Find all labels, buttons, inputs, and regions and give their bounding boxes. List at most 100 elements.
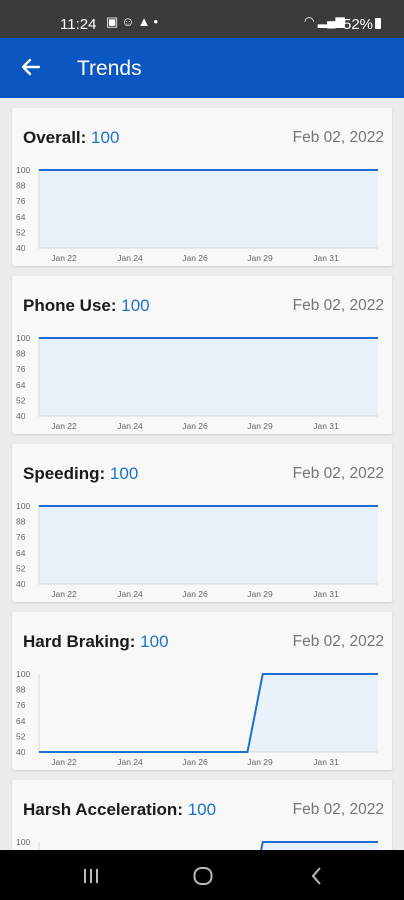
y-tick-label: 76	[16, 700, 26, 710]
x-tick-label: Jan 22	[51, 421, 77, 431]
x-tick-label: Jan 31	[313, 421, 339, 431]
card-score: 100	[187, 800, 217, 819]
y-tick-label: 52	[16, 395, 26, 405]
series-area	[39, 506, 378, 584]
trends-list[interactable]: Overall: 100 Feb 02, 2022 100 88 76 64 52 40 Jan…	[0, 98, 404, 850]
y-tick-label: 40	[16, 411, 26, 421]
y-tick-label: 100	[16, 333, 30, 343]
battery-icon	[375, 18, 381, 29]
wifi-signal-icon: ◠ ▂▄▆	[304, 14, 345, 28]
card-score: 100	[109, 464, 139, 483]
card-score: 100	[121, 296, 150, 315]
dot-icon: •	[153, 14, 162, 29]
smiley-icon: ☺	[121, 14, 138, 29]
card-date: Feb 02, 2022	[292, 129, 384, 146]
trend-chart: 1008876645240Jan 22Jan 24Jan 26Jan 29Jan…	[16, 837, 378, 850]
trend-chart: 100 88 76 64 52 40 Jan 22 Jan 24 Jan 26 Jan 29 Jan…	[16, 333, 378, 431]
x-tick-label: Jan 24	[117, 421, 143, 431]
y-tick-label: 40	[16, 747, 26, 757]
trend-card[interactable]: Speeding: 100 Feb 02, 2022 100 88 76 64 52 40 Ja…	[12, 444, 392, 602]
y-tick-label: 76	[16, 364, 26, 374]
card-date: Feb 02, 2022	[292, 633, 384, 650]
system-nav-bar	[0, 850, 404, 900]
y-tick-label: 64	[16, 212, 26, 222]
recent-apps-icon	[84, 869, 98, 883]
card-title: Harsh Acceleration: 100	[23, 800, 216, 820]
series-area	[39, 170, 378, 248]
card-title: Overall: 100	[23, 128, 119, 148]
y-tick-label: 64	[16, 716, 26, 726]
y-tick-label: 64	[16, 380, 26, 390]
card-score: 100	[140, 632, 169, 651]
page-title: Trends	[77, 57, 142, 80]
y-tick-label: 64	[16, 548, 26, 558]
home-icon	[193, 867, 213, 885]
back-button[interactable]	[18, 54, 44, 80]
y-tick-label: 100	[16, 669, 30, 679]
trend-card[interactable]: Overall: 100 Feb 02, 2022 100 88 76 64 52 40 Jan…	[12, 108, 392, 266]
card-title: Hard Braking: 100	[23, 632, 169, 652]
y-tick-label: 40	[16, 579, 26, 589]
x-tick-label: Jan 22	[51, 253, 77, 263]
y-tick-label: 76	[16, 196, 26, 206]
status-bar: 11:24 ▣☺▲• ◠ ▂▄▆ 52%	[0, 0, 404, 38]
y-tick-label: 100	[16, 501, 30, 511]
card-title-label: Harsh Acceleration:	[23, 800, 183, 819]
card-score: 100	[91, 128, 120, 147]
x-tick-label: Jan 22	[51, 589, 77, 599]
home-button[interactable]	[192, 865, 214, 887]
notification-icons: ▣☺▲•	[106, 14, 161, 30]
battery-percentage: 52%	[343, 16, 374, 33]
y-tick-label: 52	[16, 563, 26, 573]
card-title-label: Phone Use:	[23, 296, 117, 315]
card-title-label: Overall:	[23, 128, 87, 147]
trend-chart: 1008876645240Jan 22Jan 24Jan 26Jan 29Jan…	[16, 165, 378, 263]
card-title: Speeding: 100	[23, 464, 138, 484]
x-tick-label: Jan 31	[313, 757, 339, 767]
series-area	[39, 338, 378, 416]
trend-chart: 1008876645240Jan 22Jan 24Jan 26Jan 29Jan…	[16, 501, 378, 599]
arrow-left-icon	[21, 58, 41, 76]
y-tick-label: 52	[16, 227, 26, 237]
trend-card[interactable]: Phone Use: 100 Feb 02, 2022 100 88 76 64 52 40 J…	[12, 276, 392, 434]
x-tick-label: Jan 31	[313, 253, 339, 263]
trend-card[interactable]: Hard Braking: 100 Feb 02, 2022 100 88 76 64 52…	[12, 612, 392, 770]
card-title-label: Speeding:	[23, 464, 106, 483]
card-date: Feb 02, 2022	[292, 465, 384, 482]
x-tick-label: Jan 24	[117, 757, 143, 767]
y-tick-label: 100	[16, 837, 30, 847]
gallery-icon: ▣	[106, 14, 122, 29]
trend-chart: 100 88 76 64 52 40 Jan 22 Jan 24 Jan 26 Jan 29 Jan…	[16, 669, 378, 767]
alert-icon: ▲	[137, 14, 154, 29]
x-tick-label: Jan 26	[182, 589, 208, 599]
y-tick-label: 88	[16, 181, 26, 191]
x-tick-label: Jan 26	[182, 757, 208, 767]
chevron-left-icon	[311, 867, 321, 885]
trend-card[interactable]: Harsh Acceleration: 100 Feb 02, 2022 10088…	[12, 780, 392, 850]
y-tick-label: 88	[16, 349, 26, 359]
card-date: Feb 02, 2022	[292, 297, 384, 314]
x-tick-label: Jan 29	[247, 421, 273, 431]
card-title: Phone Use: 100	[23, 296, 150, 316]
y-tick-label: 76	[16, 532, 26, 542]
card-date: Feb 02, 2022	[292, 801, 384, 818]
x-tick-label: Jan 26	[182, 253, 208, 263]
x-tick-label: Jan 29	[247, 253, 273, 263]
recent-apps-button[interactable]	[80, 865, 102, 887]
y-tick-label: 40	[16, 243, 26, 253]
back-nav-button[interactable]	[306, 865, 328, 887]
series-area	[39, 674, 378, 752]
series-area	[261, 842, 378, 850]
x-tick-label: Jan 26	[182, 421, 208, 431]
x-tick-label: Jan 31	[313, 589, 339, 599]
x-tick-label: Jan 24	[117, 589, 143, 599]
card-title-label: Hard Braking:	[23, 632, 136, 651]
x-tick-label: Jan 22	[51, 757, 77, 767]
y-tick-label: 52	[16, 731, 26, 741]
x-tick-label: Jan 29	[247, 757, 273, 767]
y-tick-label: 88	[16, 685, 26, 695]
status-time: 11:24	[60, 16, 97, 33]
x-tick-label: Jan 29	[247, 589, 273, 599]
x-tick-label: Jan 24	[117, 253, 143, 263]
app-bar: Trends	[0, 38, 404, 98]
